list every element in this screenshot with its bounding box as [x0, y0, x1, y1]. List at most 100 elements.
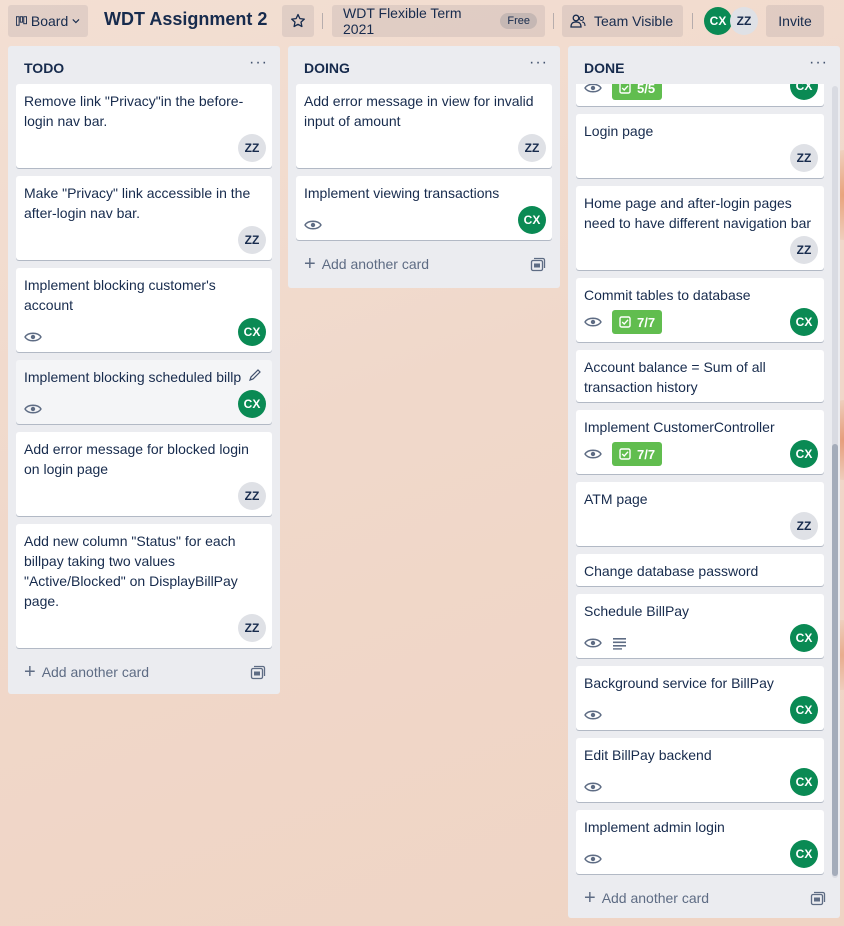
board-view-label: Board: [30, 13, 69, 29]
card[interactable]: Remove link "Privacy"in the before-login…: [16, 84, 272, 168]
card-member-avatar[interactable]: CX: [238, 390, 266, 418]
list-done: DONE ··· 5/5 CX Login page ZZ Home page …: [568, 46, 840, 918]
card-title: Add new column "Status" for each billpay…: [24, 533, 238, 609]
visibility-label: Team Visible: [594, 13, 674, 29]
card[interactable]: Add error message for blocked login on l…: [16, 432, 272, 516]
card-badges: [584, 708, 612, 722]
invite-button[interactable]: Invite: [766, 5, 824, 37]
card[interactable]: Background service for BillPay CX: [576, 666, 824, 730]
scrollbar-thumb[interactable]: [832, 444, 838, 876]
card-title: Background service for BillPay: [584, 675, 774, 691]
card-member-avatar[interactable]: CX: [790, 840, 818, 868]
list-cards-scroll-area[interactable]: 5/5 CX Login page ZZ Home page and after…: [568, 84, 840, 880]
card[interactable]: Implement viewing transactions CX: [296, 176, 552, 240]
card-title: Schedule BillPay: [584, 603, 690, 619]
card-member-avatar[interactable]: ZZ: [790, 144, 818, 172]
card[interactable]: Commit tables to database 7/7 CX: [576, 278, 824, 342]
add-card-label: Add another card: [601, 890, 710, 906]
board-title[interactable]: WDT Assignment 2: [104, 9, 267, 30]
member-avatar-zz[interactable]: ZZ: [730, 7, 758, 35]
star-button[interactable]: [282, 5, 314, 37]
card-badges: [584, 780, 612, 794]
card-title: Commit tables to database: [584, 287, 751, 303]
star-icon: [291, 13, 305, 28]
member-avatar-cx[interactable]: CX: [704, 7, 732, 35]
list-doing: DOING ··· Add error message in view for …: [288, 46, 560, 288]
card-title: Add error message in view for invalid in…: [304, 93, 534, 129]
card-member-avatar[interactable]: CX: [790, 624, 818, 652]
card-title: Implement admin login: [584, 819, 725, 835]
card-member-avatar[interactable]: CX: [518, 206, 546, 234]
card-badges: [584, 636, 638, 650]
card[interactable]: Implement admin login CX: [576, 810, 824, 874]
card[interactable]: ATM page ZZ: [576, 482, 824, 546]
checklist-count: 5/5: [637, 84, 656, 96]
checklist-count: 7/7: [637, 446, 656, 462]
card-member-avatar[interactable]: ZZ: [238, 226, 266, 254]
card[interactable]: Implement CustomerController 7/7 CX: [576, 410, 824, 474]
card[interactable]: Edit BillPay backend CX: [576, 738, 824, 802]
list-title[interactable]: DONE: [584, 60, 624, 76]
card-member-avatar[interactable]: CX: [790, 308, 818, 336]
card[interactable]: Implement blocking customer's account CX: [16, 268, 272, 352]
card[interactable]: Home page and after-login pages need to …: [576, 186, 824, 270]
add-card-button[interactable]: + Add another card: [304, 254, 429, 274]
card-title: Implement blocking customer's account: [24, 277, 216, 313]
card[interactable]: Add error message in view for invalid in…: [296, 84, 552, 168]
card-title: Change database password: [584, 563, 759, 579]
pencil-icon[interactable]: [248, 368, 262, 382]
card-member-avatar[interactable]: CX: [790, 84, 818, 100]
card[interactable]: Add new column "Status" for each billpay…: [16, 524, 272, 648]
checkbox-icon: [619, 448, 631, 460]
card[interactable]: Account balance = Sum of all transaction…: [576, 350, 824, 402]
header-divider: [322, 13, 323, 29]
plus-icon: +: [24, 661, 36, 683]
card-member-avatar[interactable]: ZZ: [790, 512, 818, 540]
visibility-button[interactable]: Team Visible: [562, 5, 683, 37]
checklist-badge: 7/7: [612, 442, 663, 466]
eye-icon: [584, 317, 602, 327]
eye-icon: [584, 710, 602, 720]
card[interactable]: Make "Privacy" link accessible in the af…: [16, 176, 272, 260]
card-member-avatar[interactable]: ZZ: [238, 614, 266, 642]
list-title[interactable]: DOING: [304, 60, 350, 76]
card-hovered[interactable]: Implement blocking scheduled billp CX: [16, 360, 272, 424]
list-title[interactable]: TODO: [24, 60, 64, 76]
card[interactable]: 5/5 CX: [576, 84, 824, 106]
board-icon: [16, 16, 27, 26]
eye-icon: [584, 854, 602, 864]
card-title: Login page: [584, 123, 654, 139]
eye-icon: [24, 404, 42, 414]
card-title: Implement blocking scheduled billp: [24, 369, 242, 385]
card[interactable]: Change database password: [576, 554, 824, 586]
card-member-avatar[interactable]: CX: [790, 440, 818, 468]
card-title: Home page and after-login pages need to …: [584, 195, 812, 231]
card-member-avatar[interactable]: CX: [238, 318, 266, 346]
card-template-icon[interactable]: [530, 257, 546, 273]
list-menu-button[interactable]: ···: [529, 54, 548, 72]
list-menu-button[interactable]: ···: [249, 54, 268, 72]
card-member-avatar[interactable]: CX: [790, 768, 818, 796]
card-member-avatar[interactable]: ZZ: [790, 236, 818, 264]
header-divider: [692, 13, 693, 29]
card[interactable]: Login page ZZ: [576, 114, 824, 178]
card-template-icon[interactable]: [250, 665, 266, 681]
card-title: ATM page: [584, 491, 648, 507]
card-badges: [304, 218, 332, 232]
checklist-badge: 7/7: [612, 310, 663, 334]
header-divider: [553, 13, 554, 29]
checklist-count: 7/7: [637, 314, 656, 330]
card-template-icon[interactable]: [810, 891, 826, 907]
workspace-button[interactable]: WDT Flexible Term 2021 Free: [332, 5, 545, 37]
card-member-avatar[interactable]: ZZ: [238, 134, 266, 162]
card-badges: [24, 402, 52, 416]
list-menu-button[interactable]: ···: [809, 54, 828, 72]
card-member-avatar[interactable]: CX: [790, 696, 818, 724]
add-card-button[interactable]: + Add another card: [24, 661, 149, 683]
card-member-avatar[interactable]: ZZ: [238, 482, 266, 510]
card-member-avatar[interactable]: ZZ: [518, 134, 546, 162]
add-card-button[interactable]: + Add another card: [584, 888, 710, 908]
chevron-down-icon: [72, 19, 80, 24]
board-view-switcher[interactable]: Board: [8, 5, 88, 37]
card[interactable]: Schedule BillPay CX: [576, 594, 824, 658]
